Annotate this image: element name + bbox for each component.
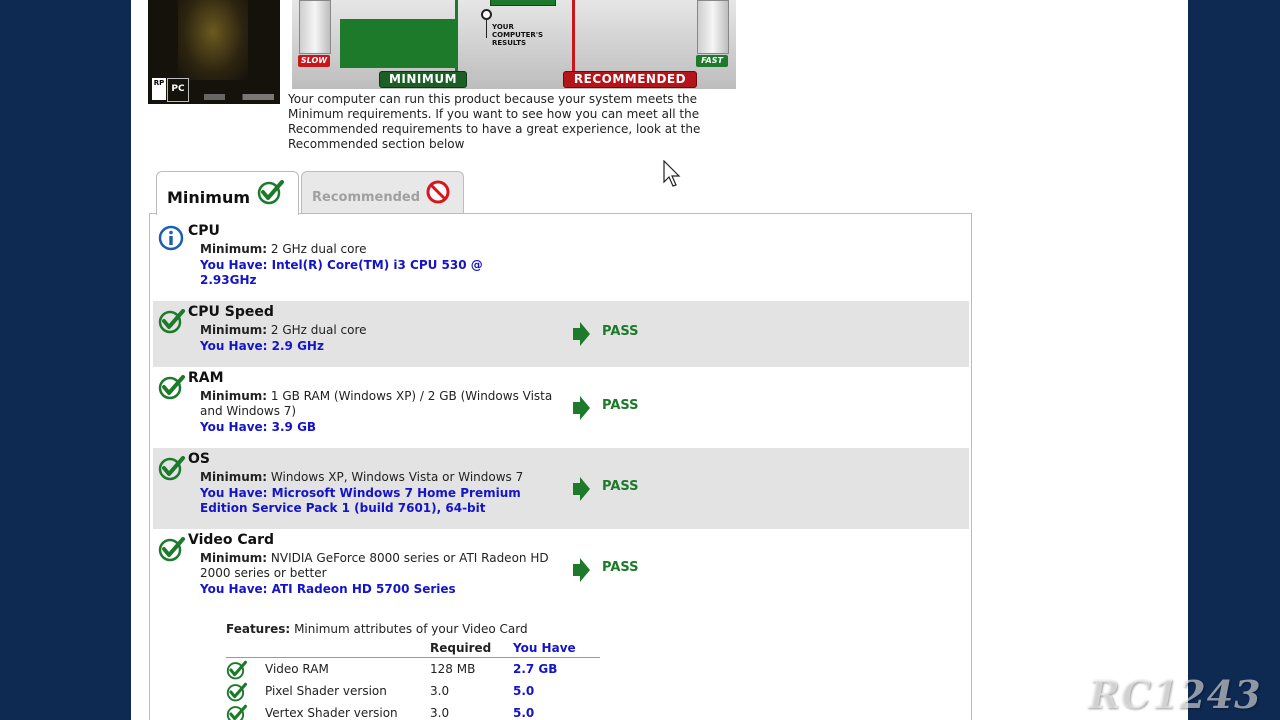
feature-you-have: 2.7 GB <box>513 662 558 676</box>
fast-tag: FAST <box>696 55 728 67</box>
results-pointer-box <box>490 0 556 6</box>
table-row: Pixel Shader version 3.0 5.0 <box>226 681 600 703</box>
requirement-minimum: Minimum: 2 GHz dual core <box>200 323 520 338</box>
feature-you-have: 5.0 <box>513 684 535 698</box>
requirement-title: RAM <box>188 370 224 386</box>
table-row: Video RAM 128 MB 2.7 GB <box>226 659 600 681</box>
column-header-you-have: You Have <box>513 641 576 655</box>
pass-indicator: PASS <box>571 476 639 506</box>
minimum-label: Minimum: <box>200 323 268 337</box>
pass-label: PASS <box>602 560 639 575</box>
requirement-minimum: Minimum: 1 GB RAM (Windows XP) / 2 GB (W… <box>200 389 560 419</box>
requirement-you-have: You Have: Intel(R) Core(TM) i3 CPU 530 @… <box>200 258 483 287</box>
pass-label: PASS <box>602 479 639 494</box>
publisher-logos <box>204 94 274 100</box>
requirement-row-video-card: Video Card Minimum: NVIDIA GeForce 8000 … <box>153 529 969 605</box>
minimum-label: Minimum: <box>200 551 268 565</box>
check-icon <box>226 704 248 720</box>
requirement-minimum: Minimum: Windows XP, Windows Vista or Wi… <box>200 470 580 485</box>
minimum-value: Windows XP, Windows Vista or Windows 7 <box>270 470 524 484</box>
pass-indicator: PASS <box>571 321 639 351</box>
pass-label: PASS <box>602 324 639 339</box>
arrow-right-icon <box>573 396 590 420</box>
tab-minimum-label: Minimum <box>167 188 251 207</box>
slow-tag: SLOW <box>298 55 330 67</box>
info-icon <box>158 225 184 255</box>
video-card-features: Features: Minimum attributes of your Vid… <box>226 622 528 636</box>
requirement-minimum: Minimum: 2 GHz dual core <box>200 242 520 257</box>
table-row: Vertex Shader version 3.0 5.0 <box>226 703 600 720</box>
requirement-you-have: You Have: Microsoft Windows 7 Home Premi… <box>200 486 521 515</box>
feature-required: 128 MB <box>430 662 476 676</box>
requirement-row-os: OS Minimum: Windows XP, Windows Vista or… <box>153 448 969 529</box>
minimum-label: MINIMUM <box>379 71 467 88</box>
requirement-row-ram: RAM Minimum: 1 GB RAM (Windows XP) / 2 G… <box>153 367 969 448</box>
pass-indicator: PASS <box>571 557 639 587</box>
requirement-you-have: You Have: ATI Radeon HD 5700 Series <box>200 582 456 596</box>
features-description: Minimum attributes of your Video Card <box>294 622 528 636</box>
check-icon <box>158 536 186 566</box>
check-icon <box>257 179 285 209</box>
slow-computer-icon <box>299 0 331 54</box>
recommended-label: RECOMMENDED <box>563 71 697 88</box>
requirement-title: Video Card <box>188 532 275 548</box>
requirement-row-cpu-speed: CPU Speed Minimum: 2 GHz dual core You H… <box>153 301 969 367</box>
feature-name: Pixel Shader version <box>265 684 387 698</box>
tab-minimum[interactable]: Minimum <box>156 171 299 215</box>
recommended-marker-line <box>572 0 575 72</box>
pass-label: PASS <box>602 398 639 413</box>
minimum-value: 2 GHz dual core <box>270 323 367 337</box>
minimum-label: Minimum: <box>200 470 268 484</box>
fast-computer-icon <box>697 0 729 54</box>
minimum-marker-line <box>455 0 458 72</box>
header-divider <box>226 657 600 658</box>
minimum-value: 2 GHz dual core <box>270 242 367 256</box>
mouse-cursor-icon <box>663 159 681 192</box>
check-icon <box>226 660 248 683</box>
tab-recommended[interactable]: Recommended <box>301 171 464 214</box>
box-art-figure <box>178 0 248 80</box>
feature-you-have: 5.0 <box>513 706 535 720</box>
requirement-minimum: Minimum: NVIDIA GeForce 8000 series or A… <box>200 551 560 581</box>
tab-recommended-label: Recommended <box>312 190 421 205</box>
check-icon <box>226 682 248 705</box>
video-watermark: RC1243 <box>1088 672 1262 717</box>
requirement-title: CPU <box>188 223 220 239</box>
rating-badge: RP <box>152 78 166 100</box>
pass-indicator: PASS <box>571 395 639 425</box>
main-content-page: RP PC SLOW YOUR COMPUTER'S RESULTS FAST … <box>131 0 1188 720</box>
game-box-art: RP PC <box>148 0 280 104</box>
arrow-right-icon <box>573 322 590 346</box>
features-label: Features: <box>226 622 291 636</box>
column-header-required: Required <box>430 641 492 655</box>
prohibited-icon <box>425 179 451 209</box>
minimum-range-bar <box>340 19 458 68</box>
feature-required: 3.0 <box>430 684 450 698</box>
requirement-row-cpu: CPU Minimum: 2 GHz dual core You Have: I… <box>153 214 969 300</box>
minimum-label: Minimum: <box>200 242 268 256</box>
arrow-right-icon <box>573 477 590 501</box>
arrow-right-icon <box>573 558 590 582</box>
your-results-label: YOUR COMPUTER'S RESULTS <box>492 23 543 47</box>
check-icon <box>158 308 186 338</box>
intro-message: Your computer can run this product becau… <box>288 92 701 151</box>
platform-badge: PC <box>167 78 189 102</box>
feature-name: Vertex Shader version <box>265 706 398 720</box>
results-marker-stem <box>486 18 487 38</box>
check-icon <box>158 455 186 485</box>
requirement-title: OS <box>188 451 210 467</box>
requirement-title: CPU Speed <box>188 304 274 320</box>
requirement-you-have: You Have: 3.9 GB <box>200 420 317 434</box>
check-icon <box>158 374 186 404</box>
minimum-label: Minimum: <box>200 389 268 403</box>
requirement-you-have: You Have: 2.9 GHz <box>200 339 324 353</box>
feature-name: Video RAM <box>265 662 329 676</box>
performance-meter: SLOW YOUR COMPUTER'S RESULTS FAST MINIMU… <box>292 0 736 89</box>
feature-required: 3.0 <box>430 706 450 720</box>
